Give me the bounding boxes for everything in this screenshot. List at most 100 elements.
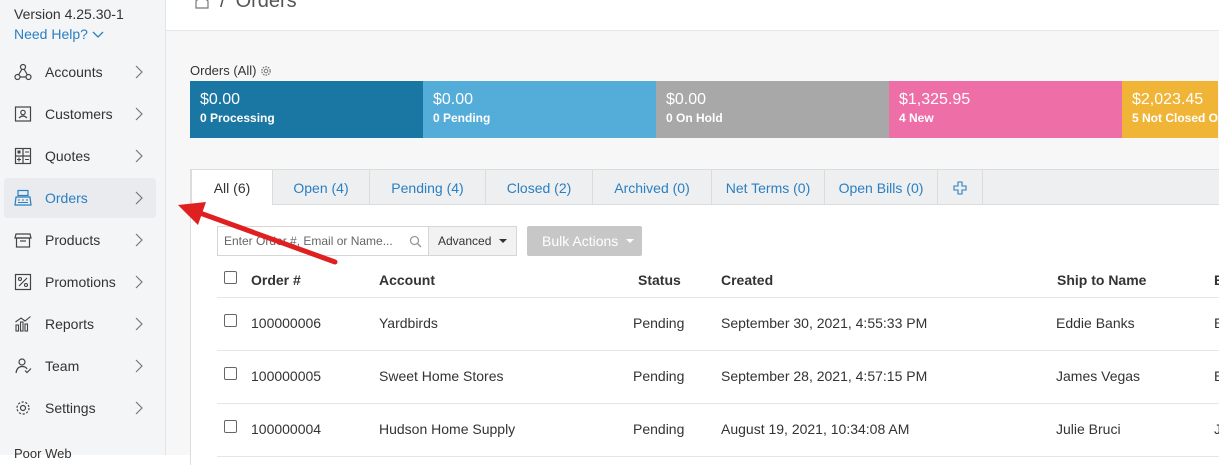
sidebar-item-customers[interactable]: Customers [4,94,156,134]
sidebar-item-label: Promotions [45,274,116,290]
orders-table: Order # Account Status Created Ship to N… [217,264,1219,457]
bulk-actions-label: Bulk Actions [542,233,619,249]
created-date: September 28, 2021, 4:57:15 PM [721,368,928,384]
stat-amount: $1,325.95 [899,91,971,108]
team-icon [13,356,33,376]
chevron-right-icon [135,191,143,205]
tab-net-terms[interactable]: Net Terms (0) [712,170,825,205]
truncated-cell: E [1214,368,1219,384]
sidebar-item-label: Quotes [45,148,91,164]
chevron-right-icon [135,107,143,121]
column-header-account[interactable]: Account [379,272,435,288]
order-tabs: All (6) Open (4) Pending (4) Closed (2) … [190,169,1219,206]
account-name: Yardbirds [379,315,438,331]
created-date: August 19, 2021, 10:34:08 AM [721,421,910,437]
table-header: Order # Account Status Created Ship to N… [217,264,1219,298]
sidebar-item-reports[interactable]: Reports [4,304,156,344]
order-number: 100000004 [251,421,322,437]
column-header-order[interactable]: Order # [251,272,301,288]
sidebar-item-orders[interactable]: Orders [4,178,156,218]
sidebar-item-promotions[interactable]: Promotions [4,262,156,302]
bulk-actions-button[interactable]: Bulk Actions [527,226,642,256]
stat-caption: 5 Not Closed On Time [1132,111,1218,125]
add-tab-button[interactable] [938,170,983,205]
sidebar-item-team[interactable]: Team [4,346,156,386]
customers-icon [13,104,33,124]
search-input[interactable] [218,227,410,255]
tab-all[interactable]: All (6) [191,169,273,206]
need-help-label: Need Help? [14,26,88,42]
products-icon [13,230,33,250]
gear-icon[interactable] [260,65,272,77]
sidebar-nav: Accounts Customers Quotes Orders Product… [4,52,156,430]
created-date: September 30, 2021, 4:55:33 PM [721,315,928,331]
column-header-created[interactable]: Created [721,272,773,288]
truncated-cell: J [1214,421,1219,437]
chevron-right-icon [135,359,143,373]
settings-icon [13,398,33,418]
row-checkbox[interactable] [224,314,237,327]
sidebar-item-label: Settings [45,400,96,416]
orders-panel: Advanced Bulk Actions Order # Account St… [190,205,1219,465]
quotes-icon [13,146,33,166]
accounts-icon [13,62,33,82]
need-help-link[interactable]: Need Help? [14,26,104,42]
sidebar-item-products[interactable]: Products [4,220,156,260]
tab-closed[interactable]: Closed (2) [486,170,593,205]
account-name: Sweet Home Stores [379,368,504,384]
ship-to-name: Eddie Banks [1056,315,1135,331]
search-icon[interactable] [409,235,422,248]
stat-not-closed[interactable]: $2,023.45 5 Not Closed On Time [1122,81,1218,138]
sidebar-item-accounts[interactable]: Accounts [4,52,156,92]
column-header-truncated[interactable]: E [1214,272,1219,288]
home-icon[interactable] [194,0,210,10]
sidebar-item-quotes[interactable]: Quotes [4,136,156,176]
stat-amount: $0.00 [433,91,474,108]
chevron-right-icon [135,275,143,289]
caret-down-icon [626,239,635,243]
tab-open-bills[interactable]: Open Bills (0) [825,170,938,205]
order-status: Pending [633,368,685,384]
ship-to-name: Julie Bruci [1056,421,1121,437]
sidebar-item-settings[interactable]: Settings [4,388,156,428]
stat-new[interactable]: $1,325.95 4 New [889,81,1122,138]
tab-pending[interactable]: Pending (4) [370,170,486,205]
stat-pending[interactable]: $0.00 0 Pending [423,81,656,138]
stat-on-hold[interactable]: $0.00 0 On Hold [656,81,889,138]
advanced-dropdown[interactable]: Advanced [429,226,517,256]
orders-title-label: Orders (All) [190,63,257,78]
order-status: Pending [633,315,685,331]
chevron-right-icon [135,149,143,163]
chevron-right-icon [135,65,143,79]
breadcrumb-separator: / [220,0,226,12]
order-status: Pending [633,421,685,437]
sidebar-item-label: Customers [45,106,113,122]
stat-caption: 0 Processing [200,111,275,125]
column-header-ship-to[interactable]: Ship to Name [1057,272,1146,288]
reports-icon [13,314,33,334]
order-stats: $0.00 0 Processing $0.00 0 Pending $0.00… [190,81,1218,138]
stat-amount: $0.00 [666,91,707,108]
top-bar: / Orders [166,0,1219,31]
stat-processing[interactable]: $0.00 0 Processing [190,81,423,138]
order-number: 100000005 [251,368,322,384]
caret-down-icon [499,239,508,243]
sidebar-item-label: Products [45,232,101,248]
row-checkbox[interactable] [224,420,237,433]
chevron-right-icon [135,233,143,247]
stat-amount: $2,023.45 [1132,91,1204,108]
select-all-checkbox[interactable] [224,271,237,284]
sidebar-footer: Poor Web [14,446,72,461]
row-checkbox[interactable] [224,367,237,380]
sidebar-item-label: Reports [45,316,95,332]
table-row[interactable]: 100000005 Sweet Home Stores Pending Sept… [217,351,1219,404]
sidebar-item-label: Team [45,358,80,374]
advanced-label: Advanced [438,234,492,248]
table-row[interactable]: 100000004 Hudson Home Supply Pending Aug… [217,404,1219,457]
column-header-status[interactable]: Status [638,272,681,288]
order-number: 100000006 [251,315,322,331]
search-box [217,226,429,256]
table-row[interactable]: 100000006 Yardbirds Pending September 30… [217,298,1219,351]
tab-open[interactable]: Open (4) [273,170,370,205]
tab-archived[interactable]: Archived (0) [593,170,712,205]
